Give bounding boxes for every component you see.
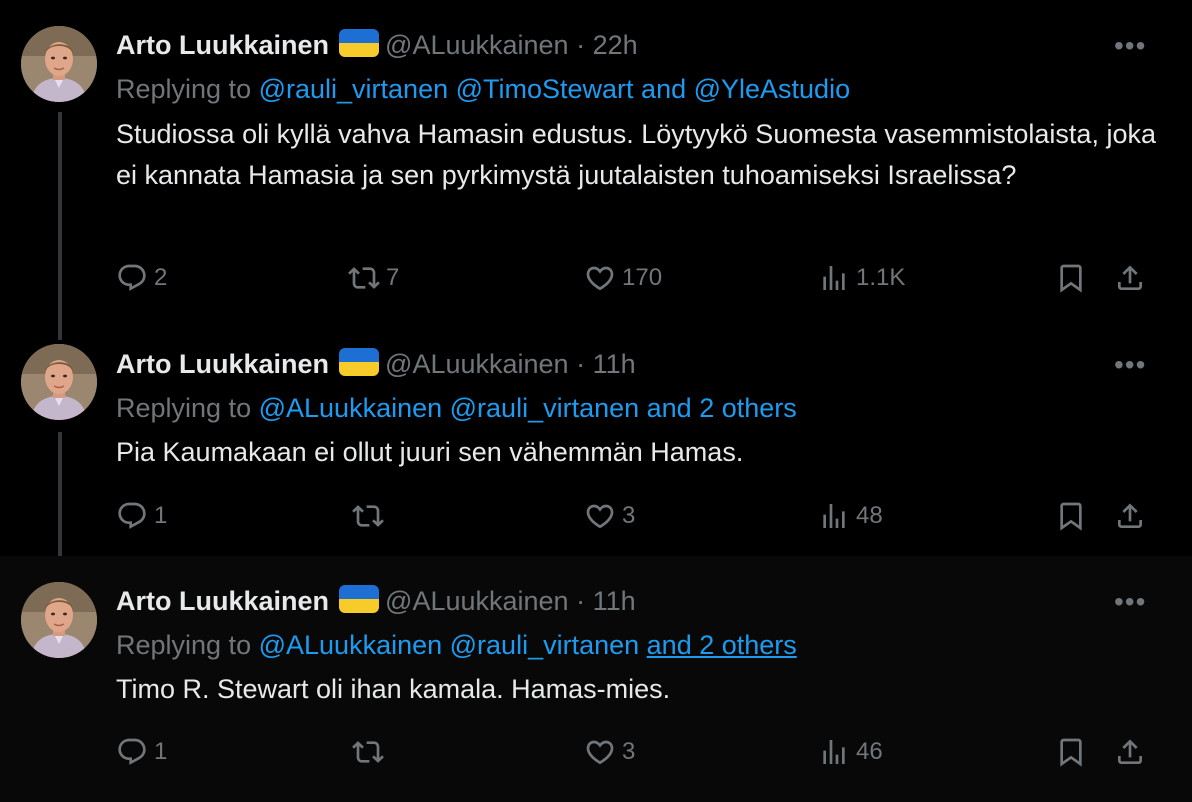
more-icon[interactable]: ••• [1114,30,1146,62]
bookmark-icon[interactable] [1055,500,1087,537]
thread-line [58,322,62,340]
tweet[interactable]: Arto Luukkainen @ALuukkainen · 11h ••• Re… [0,556,1192,802]
like-count: 3 [622,502,636,529]
heart-icon [584,500,616,532]
replying-to: Replying to @rauli_virtanen @TimoStewart… [116,74,850,105]
views-icon [818,500,850,532]
tweet[interactable]: Arto Luukkainen @ALuukkainen · 22h ••• Re… [0,0,1192,322]
like-button[interactable]: 3 [584,500,635,532]
share-icon[interactable] [1114,736,1146,773]
retweet-button[interactable]: 7 [348,262,399,294]
author-name[interactable]: Arto Luukkainen [116,30,329,60]
tweet-header: Arto Luukkainen @ALuukkainen · 22h [116,29,638,61]
heart-icon [584,262,616,294]
like-button[interactable]: 170 [584,262,662,294]
views-icon [818,736,850,768]
thread-line [58,112,62,322]
views-count: 1.1K [856,264,906,291]
thread-line [58,432,62,556]
views-icon [818,262,850,294]
retweet-icon [348,262,380,294]
tweet-text: Timo R. Stewart oli ihan kamala. Hamas-m… [116,674,671,704]
tweet-text: Pia Kaumakaan ei ollut juuri sen vähemmä… [116,437,744,467]
bookmark-icon[interactable] [1055,736,1087,773]
reply-icon [116,736,148,768]
ukraine-flag-icon [339,348,380,376]
tweet-header: Arto Luukkainen @ALuukkainen · 11h [116,348,636,380]
ukraine-flag-icon [339,585,380,613]
timestamp[interactable]: 11h [593,586,636,616]
replying-to-links[interactable]: @ALuukkainen @rauli_virtanen [259,630,640,660]
views-button[interactable]: 48 [818,500,883,532]
more-icon[interactable]: ••• [1114,349,1146,381]
replying-to-label: Replying to [116,74,252,104]
author-handle[interactable]: @ALuukkainen [385,586,569,616]
reply-icon [116,500,148,532]
dot-separator: · [576,30,586,60]
avatar[interactable] [21,582,97,658]
author-name[interactable]: Arto Luukkainen [116,349,329,379]
more-icon[interactable]: ••• [1114,586,1146,618]
views-count: 46 [856,738,883,765]
replying-to: Replying to @ALuukkainen @rauli_virtanen… [116,393,797,424]
reply-button[interactable]: 1 [116,500,167,532]
tweet-text: Studiossa oli kyllä vahva Hamasin edustu… [116,119,1156,190]
avatar[interactable] [21,26,97,102]
retweet-count: 7 [386,264,400,291]
reply-button[interactable]: 2 [116,262,167,294]
and-others-link[interactable]: and 2 others [647,630,797,660]
replying-to-links[interactable]: @ALuukkainen @rauli_virtanen and 2 other… [259,393,797,423]
retweet-icon [352,500,384,532]
retweet-button[interactable] [352,736,390,768]
like-button[interactable]: 3 [584,736,635,768]
author-handle[interactable]: @ALuukkainen [385,30,569,60]
bookmark-icon[interactable] [1055,262,1087,299]
share-icon[interactable] [1114,262,1146,299]
author-handle[interactable]: @ALuukkainen [385,349,569,379]
views-count: 48 [856,502,883,529]
reply-count: 1 [154,502,168,529]
replying-to: Replying to @ALuukkainen @rauli_virtanen… [116,630,797,661]
share-icon[interactable] [1114,500,1146,537]
replying-to-label: Replying to [116,393,252,423]
dot-separator: · [576,586,586,616]
timestamp[interactable]: 22h [593,30,638,60]
views-button[interactable]: 46 [818,736,883,768]
avatar[interactable] [21,344,97,420]
author-name[interactable]: Arto Luukkainen [116,586,329,616]
dot-separator: · [576,349,586,379]
views-button[interactable]: 1.1K [818,262,905,294]
reply-button[interactable]: 1 [116,736,167,768]
replying-to-links[interactable]: @rauli_virtanen @TimoStewart and @YleAst… [259,74,850,104]
like-count: 3 [622,738,636,765]
retweet-icon [352,736,384,768]
replying-to-label: Replying to [116,630,252,660]
retweet-button[interactable] [352,500,390,532]
timestamp[interactable]: 11h [593,349,636,379]
heart-icon [584,736,616,768]
reply-count: 1 [154,738,168,765]
tweet[interactable]: Arto Luukkainen @ALuukkainen · 11h ••• Re… [0,322,1192,556]
reply-icon [116,262,148,294]
like-count: 170 [622,264,663,291]
reply-count: 2 [154,264,168,291]
ukraine-flag-icon [339,29,380,57]
tweet-header: Arto Luukkainen @ALuukkainen · 11h [116,585,636,617]
